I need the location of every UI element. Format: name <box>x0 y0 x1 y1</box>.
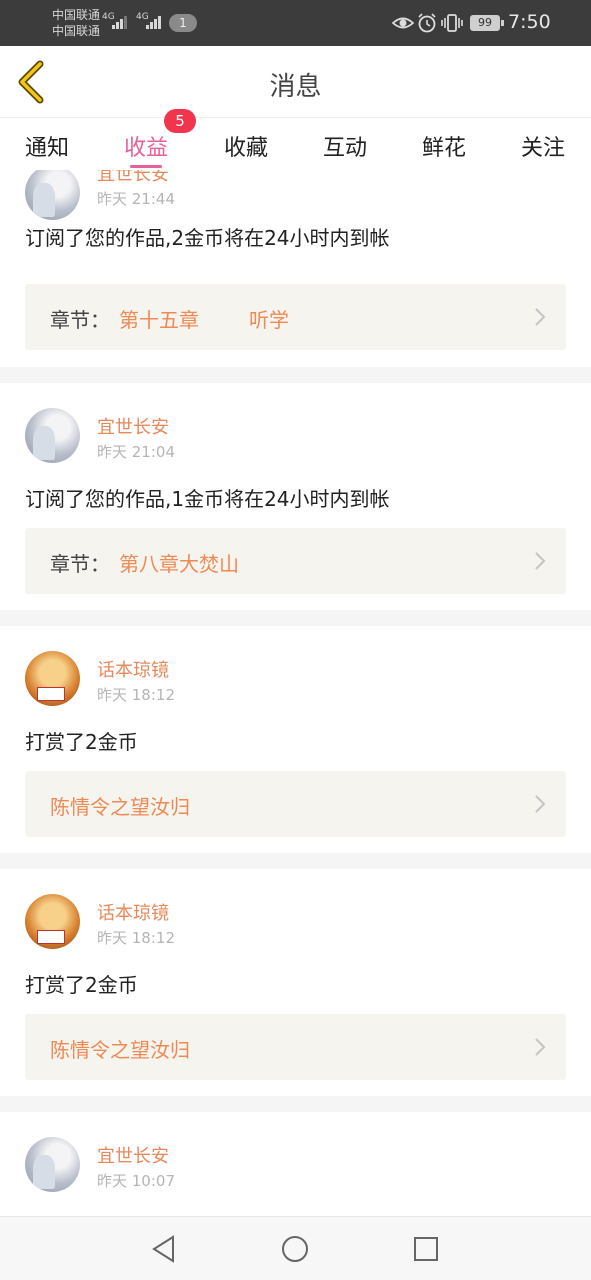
message-card: 话本琼镜 昨天 18:12 打赏了2金币 陈情令之望汝归 <box>0 869 591 1096</box>
tab-notifications[interactable]: 通知 <box>11 130 83 162</box>
message-card: 宜世长安 昨天 21:44 订阅了您的作品,2金币将在24小时内到帐 章节： 第… <box>0 170 591 367</box>
tab-interactions[interactable]: 互动 <box>309 130 381 162</box>
alarm-icon <box>418 13 436 33</box>
post-time: 昨天 18:12 <box>97 686 175 704</box>
chevron-right-icon <box>535 308 546 326</box>
message-text: 打赏了2金币 <box>25 730 138 754</box>
carrier-1: 中国联通 <box>52 8 101 22</box>
user-name[interactable]: 宜世长安 <box>97 413 169 439</box>
user-name[interactable]: 宜世长安 <box>97 1142 169 1168</box>
carrier-labels: 中国联通 中国联通 <box>52 7 100 39</box>
tab-flowers[interactable]: 鲜花 <box>408 130 480 162</box>
message-card: 话本琼镜 昨天 18:12 打赏了2金币 陈情令之望汝归 <box>0 626 591 853</box>
vibrate-icon <box>441 14 463 32</box>
page-title: 消息 <box>269 72 322 102</box>
chevron-right-icon <box>535 552 546 570</box>
header: 消息 <box>0 46 591 118</box>
message-text: 订阅了您的作品,2金币将在24小时内到帐 <box>25 226 390 250</box>
recents-square-icon[interactable] <box>410 1233 442 1265</box>
signal-icon-2 <box>146 16 161 29</box>
avatar[interactable] <box>25 1137 80 1192</box>
work-link[interactable]: 陈情令之望汝归 <box>25 771 566 837</box>
tab-bar: 通知 收益 收藏 互动 鲜花 关注 <box>0 118 591 170</box>
notification-count-badge: 1 <box>169 14 197 32</box>
clock: 7:50 <box>508 11 551 33</box>
battery-indicator: 99 <box>470 15 504 31</box>
carrier-2: 中国联通 <box>52 24 101 38</box>
chapter-title: 第十五章 <box>119 308 199 332</box>
avatar[interactable] <box>25 408 80 463</box>
chapter-link[interactable]: 章节： 第十五章 听学 <box>25 284 566 350</box>
message-card: 宜世长安 昨天 21:04 订阅了您的作品,1金币将在24小时内到帐 章节： 第… <box>0 383 591 610</box>
chapter-prefix: 章节： <box>50 552 110 576</box>
work-title: 陈情令之望汝归 <box>50 1038 190 1062</box>
avatar[interactable] <box>25 894 80 949</box>
post-time: 昨天 18:12 <box>97 929 175 947</box>
active-tab-indicator <box>130 165 162 168</box>
post-time: 昨天 21:44 <box>97 190 175 208</box>
post-time: 昨天 10:07 <box>97 1172 175 1190</box>
back-triangle-icon[interactable] <box>148 1233 180 1265</box>
chevron-right-icon <box>535 795 546 813</box>
message-text: 打赏了2金币 <box>25 973 138 997</box>
avatar[interactable] <box>25 170 80 220</box>
home-circle-icon[interactable] <box>279 1233 311 1265</box>
chapter-prefix: 章节： <box>50 308 110 332</box>
eye-icon <box>392 17 414 29</box>
system-nav-bar <box>0 1216 591 1280</box>
tab-earnings[interactable]: 收益 <box>110 130 182 162</box>
chevron-right-icon <box>535 1038 546 1056</box>
user-name[interactable]: 话本琼镜 <box>97 656 169 682</box>
message-card: 宜世长安 昨天 10:07 <box>0 1112 591 1216</box>
avatar[interactable] <box>25 651 80 706</box>
tab-favorites[interactable]: 收藏 <box>210 130 282 162</box>
tab-follows[interactable]: 关注 <box>507 130 579 162</box>
chapter-subtitle: 听学 <box>249 308 289 332</box>
work-title: 陈情令之望汝归 <box>50 795 190 819</box>
tab-earnings-badge: 5 <box>164 109 196 133</box>
message-text: 订阅了您的作品,1金币将在24小时内到帐 <box>25 487 390 511</box>
work-link[interactable]: 陈情令之望汝归 <box>25 1014 566 1080</box>
status-bar: 中国联通 中国联通 4G 4G 1 99 7:50 <box>0 0 591 46</box>
user-name[interactable]: 宜世长安 <box>97 170 169 186</box>
message-list[interactable]: 宜世长安 昨天 21:44 订阅了您的作品,2金币将在24小时内到帐 章节： 第… <box>0 170 591 1216</box>
signal-icon <box>112 16 127 29</box>
user-name[interactable]: 话本琼镜 <box>97 899 169 925</box>
chapter-title: 第八章大焚山 <box>119 552 239 576</box>
post-time: 昨天 21:04 <box>97 443 175 461</box>
chapter-link[interactable]: 章节： 第八章大焚山 <box>25 528 566 594</box>
